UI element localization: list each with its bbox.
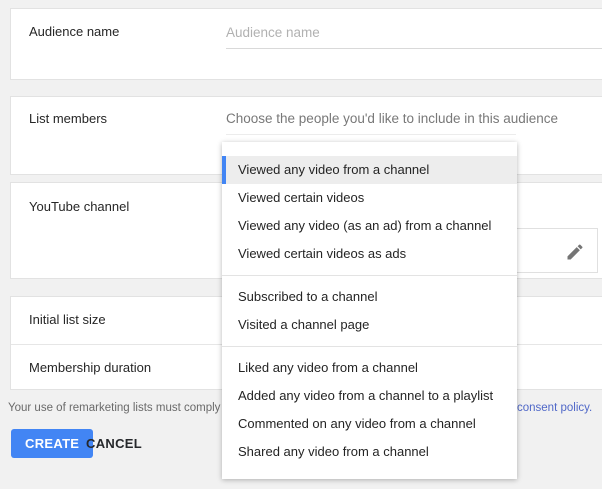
list-members-label: List members <box>29 111 107 126</box>
initial-list-size-label: Initial list size <box>29 312 106 327</box>
create-audience-page: Audience name List members Choose the pe… <box>0 0 602 489</box>
dropdown-item-viewed-any-video[interactable]: Viewed any video from a channel <box>222 156 517 184</box>
dropdown-item-viewed-certain-videos[interactable]: Viewed certain videos <box>222 184 517 212</box>
list-members-select[interactable]: Choose the people you'd like to include … <box>226 111 558 126</box>
dropdown-item-added-to-playlist[interactable]: Added any video from a channel to a play… <box>222 382 517 410</box>
dropdown-item-shared[interactable]: Shared any video from a channel <box>222 438 517 466</box>
dropdown-item-subscribed[interactable]: Subscribed to a channel <box>222 283 517 311</box>
dropdown-divider <box>222 346 517 347</box>
list-members-dropdown-menu: Viewed any video from a channel Viewed c… <box>222 142 517 479</box>
dropdown-item-viewed-any-video-as-ad[interactable]: Viewed any video (as an ad) from a chann… <box>222 212 517 240</box>
remarketing-disclaimer-text: Your use of remarketing lists must compl… <box>8 402 234 414</box>
dropdown-item-liked[interactable]: Liked any video from a channel <box>222 354 517 382</box>
edit-pencil-icon[interactable] <box>565 242 585 262</box>
membership-duration-label: Membership duration <box>29 360 151 375</box>
dropdown-item-visited-channel-page[interactable]: Visited a channel page <box>222 311 517 339</box>
dropdown-divider <box>222 275 517 276</box>
consent-policy-link[interactable]: consent policy. <box>517 402 592 414</box>
cancel-button[interactable]: CANCEL <box>80 429 148 458</box>
dropdown-item-commented[interactable]: Commented on any video from a channel <box>222 410 517 438</box>
youtube-channel-label: YouTube channel <box>29 199 129 214</box>
list-members-underline <box>226 134 516 135</box>
dropdown-item-viewed-certain-videos-as-ads[interactable]: Viewed certain videos as ads <box>222 240 517 268</box>
audience-name-input[interactable] <box>226 17 602 49</box>
audience-name-card: Audience name <box>10 8 602 80</box>
audience-name-label: Audience name <box>29 24 119 39</box>
